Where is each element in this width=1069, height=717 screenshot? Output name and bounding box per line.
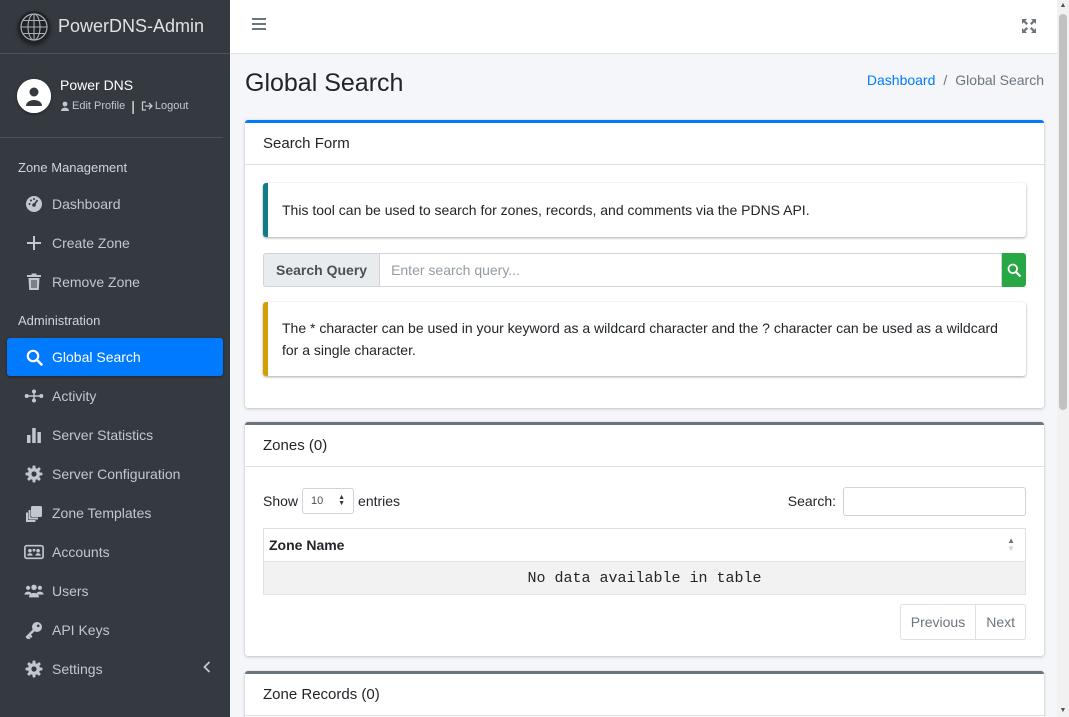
previous-page-button[interactable]: Previous	[899, 604, 977, 640]
brand-link[interactable]: PowerDNS-Admin	[0, 0, 230, 54]
sidebar-item-zone-templates[interactable]: Zone Templates	[7, 494, 223, 532]
user-icon	[61, 101, 69, 111]
trash-icon	[24, 273, 44, 291]
warning-callout: The * character can be used in your keyw…	[263, 302, 1026, 376]
select-arrows-icon: ▲ ▼	[338, 494, 346, 507]
edit-profile-link[interactable]: Edit Profile	[60, 100, 125, 112]
table-search: Search:	[787, 486, 1026, 516]
sidebar-item-label: Global Search	[52, 349, 141, 365]
breadcrumb-current: Global Search	[955, 72, 1044, 88]
breadcrumb-dashboard-link[interactable]: Dashboard	[867, 72, 936, 88]
card-title: Zones (0)	[245, 425, 1044, 467]
sort-icon: ▲ ▼	[1007, 536, 1015, 553]
entries-select-value: 10	[311, 495, 324, 507]
sidebar-item-accounts[interactable]: Accounts	[7, 533, 223, 571]
sidebar-item-label: Users	[52, 583, 89, 599]
scroll-up-arrow-icon[interactable]: ▲	[1059, 2, 1067, 10]
sidebar-item-settings[interactable]: Settings	[7, 650, 223, 688]
accounts-icon	[24, 544, 44, 560]
top-navbar	[230, 0, 1057, 54]
clone-icon	[24, 505, 44, 522]
sidebar-item-label: Activity	[52, 388, 97, 404]
user-name: Power DNS	[60, 77, 134, 93]
sidebar-item-activity[interactable]: Activity	[7, 377, 223, 415]
column-header-zone-name[interactable]: Zone Name ▲ ▼	[263, 528, 1026, 562]
sidebar-item-create-zone[interactable]: Create Zone	[7, 224, 223, 262]
card-title: Zone Records (0)	[245, 674, 1044, 716]
zones-table: Zone Name ▲ ▼ No data available in table	[263, 528, 1026, 595]
sidebar-item-users[interactable]: Users	[7, 572, 223, 610]
search-query-label: Search Query	[263, 253, 380, 287]
table-search-input[interactable]	[843, 486, 1026, 516]
info-text: This tool can be used to search for zone…	[282, 202, 810, 218]
key-icon	[24, 621, 44, 639]
next-page-button[interactable]: Next	[976, 604, 1026, 640]
sidebar-item-api-keys[interactable]: API Keys	[7, 611, 223, 649]
column-label: Zone Name	[269, 537, 345, 553]
search-icon	[24, 349, 44, 366]
entries-select[interactable]: 10 ▲ ▼	[302, 488, 355, 514]
sidebar-item-remove-zone[interactable]: Remove Zone	[7, 263, 223, 301]
chevron-left-icon	[203, 660, 211, 678]
sidebar-item-label: Settings	[52, 661, 103, 677]
scroll-down-arrow-icon[interactable]: ▼	[1059, 707, 1067, 715]
page-scrollbar[interactable]: ▲ ▼	[1057, 0, 1069, 717]
brand-title: PowerDNS-Admin	[58, 16, 205, 36]
sidebar-item-label: Accounts	[52, 544, 110, 560]
sidebar-item-label: Create Zone	[52, 235, 130, 251]
gear-icon	[24, 465, 44, 483]
sign-out-icon	[141, 101, 153, 111]
sidebar: PowerDNS-Admin Power DNS Edit Profile | …	[0, 0, 230, 717]
bar-chart-icon	[24, 427, 44, 443]
fullscreen-icon[interactable]	[1022, 19, 1036, 33]
sidebar-item-label: Zone Templates	[52, 505, 152, 521]
sidebar-item-global-search[interactable]: Global Search	[7, 338, 223, 376]
breadcrumb-separator: /	[943, 72, 948, 88]
sidebar-item-label: Dashboard	[52, 196, 121, 212]
zone-records-card: Zone Records (0)	[245, 671, 1044, 717]
sidebar-item-server-configuration[interactable]: Server Configuration	[7, 455, 223, 493]
entries-label: entries	[358, 493, 401, 509]
main-content: Global Search Dashboard / Global Search …	[230, 54, 1057, 717]
wildcard-hint-text: The * character can be used in your keyw…	[282, 320, 998, 358]
empty-table-message: No data available in table	[263, 561, 1026, 595]
logout-link[interactable]: Logout	[141, 100, 189, 112]
breadcrumb: Dashboard / Global Search	[867, 72, 1044, 88]
sidebar-item-label: API Keys	[52, 622, 110, 638]
separator: |	[131, 98, 135, 114]
gear-icon	[24, 660, 44, 678]
activity-icon	[24, 388, 44, 404]
sidebar-item-server-statistics[interactable]: Server Statistics	[7, 416, 223, 454]
nav-header-administration: Administration	[18, 313, 101, 328]
search-query-group: Search Query	[263, 253, 1026, 287]
info-callout: This tool can be used to search for zone…	[263, 183, 1026, 237]
user-panel: Power DNS Edit Profile | Logout	[0, 54, 223, 138]
sidebar-item-label: Server Statistics	[52, 427, 154, 443]
entries-length-control: Show 10 ▲ ▼ entries	[263, 488, 400, 514]
show-label: Show	[263, 493, 299, 509]
plus-icon	[24, 235, 44, 251]
sidebar-item-label: Server Configuration	[52, 466, 181, 482]
sidebar-item-label: Remove Zone	[52, 274, 140, 290]
search-label: Search:	[787, 493, 836, 509]
avatar	[17, 78, 51, 113]
hamburger-menu-icon[interactable]	[252, 17, 266, 31]
pagination: Previous Next	[263, 604, 1026, 640]
globe-logo-icon	[18, 10, 50, 43]
logout-label: Logout	[154, 100, 189, 112]
search-icon	[1007, 263, 1021, 277]
search-submit-button[interactable]	[1002, 253, 1026, 287]
dashboard-icon	[24, 195, 44, 213]
sidebar-item-dashboard[interactable]: Dashboard	[7, 185, 223, 223]
search-form-card: Search Form This tool can be used to sea…	[245, 120, 1044, 408]
table-row: No data available in table	[263, 561, 1026, 595]
nav-header-zone-management: Zone Management	[18, 160, 128, 175]
zones-card: Zones (0) Show 10 ▲ ▼ entries Search: Zo…	[245, 422, 1044, 656]
scrollbar-thumb[interactable]	[1059, 14, 1067, 410]
page-title: Global Search	[245, 69, 404, 97]
edit-profile-label: Edit Profile	[72, 100, 126, 112]
users-icon	[24, 583, 44, 599]
search-query-input[interactable]	[379, 253, 1002, 287]
card-title: Search Form	[245, 123, 1044, 165]
